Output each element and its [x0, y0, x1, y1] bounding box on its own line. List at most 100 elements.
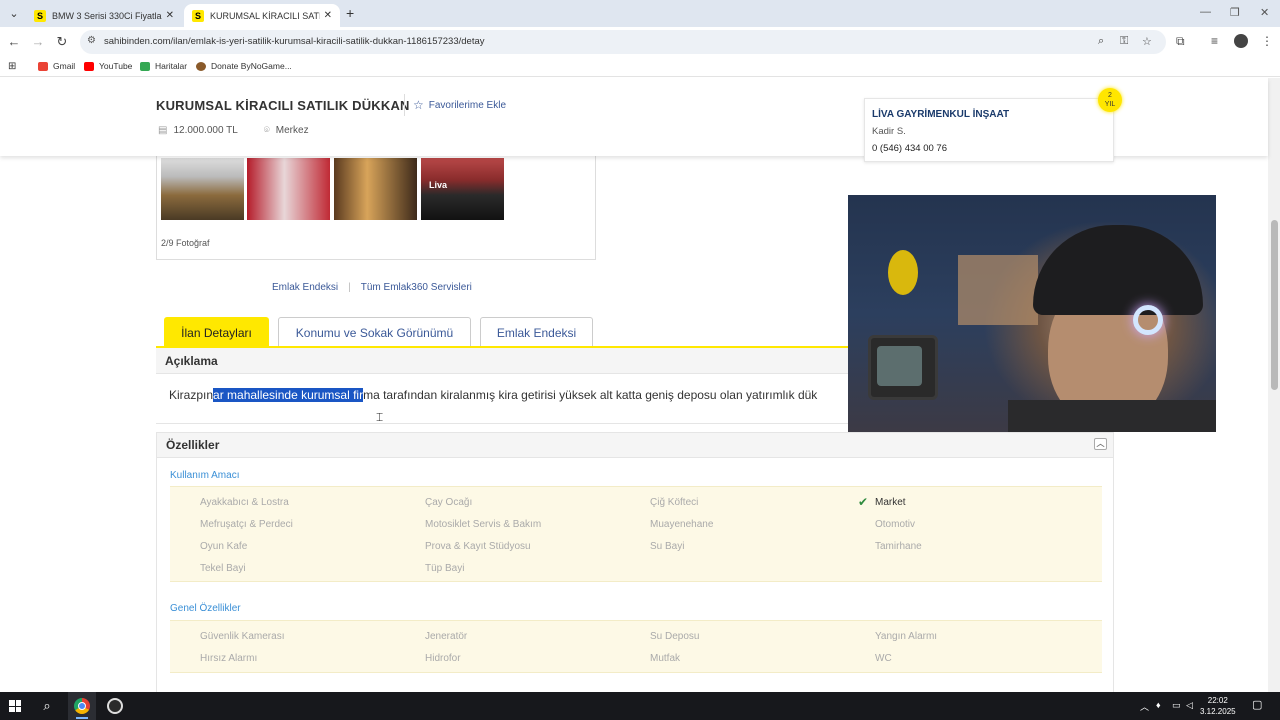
apps-grid-icon[interactable]: ⊞ — [8, 61, 16, 72]
bookmark-label: Haritalar — [155, 61, 188, 71]
storefront-logo: Liva — [429, 180, 448, 190]
obs-icon[interactable] — [107, 698, 123, 714]
feature-label: Mefruşatçı & Perdeci — [200, 519, 293, 530]
feature-item: Yangın Alarmı — [875, 631, 937, 642]
bookmark-gmail[interactable]: Gmail — [38, 61, 75, 71]
feature-label: Prova & Kayıt Stüdyosu — [425, 541, 531, 552]
bookmark-label: Donate ByNoGame... — [211, 61, 292, 71]
webcam-tv — [868, 335, 938, 400]
volume-icon[interactable]: ◁ — [1186, 700, 1193, 711]
gmail-icon — [38, 61, 48, 71]
collapse-chevron-icon[interactable]: ︿ — [1094, 438, 1107, 450]
media-control-icon[interactable]: ≡ — [1211, 34, 1218, 48]
restore-icon[interactable]: ❐ — [1230, 6, 1240, 19]
notification-icon[interactable]: ▢ — [1252, 698, 1262, 711]
feature-label: Su Bayi — [650, 541, 685, 552]
feature-item: Tüp Bayi — [425, 563, 464, 574]
tab-strip: ⌄ S BMW 3 Serisi 330Ci Fiyatları & M ✕ S… — [0, 0, 1280, 27]
tab-title: BMW 3 Serisi 330Ci Fiyatları & M — [52, 10, 162, 21]
divider: | — [348, 282, 351, 293]
network-icon[interactable]: ▭ — [1172, 700, 1181, 711]
feature-item: Muayenehane — [650, 519, 713, 530]
tab-search-chevron-icon[interactable]: ⌄ — [6, 6, 22, 22]
description-text[interactable]: Kirazpınar mahallesinde kurumsal firma t… — [169, 388, 817, 402]
browser-tab-bmw[interactable]: S BMW 3 Serisi 330Ci Fiyatları & M ✕ — [26, 4, 182, 27]
selected-text: ar mahallesinde kurumsal fir — [213, 388, 364, 402]
bookmark-bynogame[interactable]: Donate ByNoGame... — [196, 61, 292, 71]
usage-group-title: Kullanım Amacı — [170, 470, 240, 481]
new-tab-icon[interactable]: + — [346, 5, 354, 21]
seller-phone[interactable]: 0 (546) 434 00 76 — [872, 143, 1106, 154]
bynogame-icon — [196, 61, 206, 71]
emlak360-services-link[interactable]: Tüm Emlak360 Servisleri — [361, 282, 472, 293]
webcam-bg-board — [958, 255, 1038, 325]
scrollbar-thumb[interactable] — [1271, 220, 1278, 390]
chrome-icon[interactable] — [74, 698, 90, 714]
close-window-icon[interactable]: ✕ — [1260, 6, 1269, 19]
microphone-icon[interactable]: ♦ — [1156, 700, 1161, 710]
bookmarks-bar: ⊞ Gmail YouTube Haritalar Donate ByNoGam… — [0, 57, 1280, 77]
photo-gallery: Liva 2/9 Fotoğraf — [156, 138, 596, 260]
photo-thumbnail[interactable]: Liva — [421, 158, 504, 220]
bookmark-label: YouTube — [99, 61, 133, 71]
feature-label: Çiğ Köfteci — [650, 497, 699, 508]
bookmark-youtube[interactable]: YouTube — [84, 61, 132, 71]
feature-label: Market — [875, 497, 906, 508]
general-group-title: Genel Özellikler — [170, 603, 241, 614]
reload-icon[interactable]: ↻ — [54, 34, 70, 50]
feature-item: Otomotiv — [875, 519, 915, 530]
emlak-endeksi-link[interactable]: Emlak Endeksi — [272, 282, 338, 293]
menu-dots-icon[interactable]: ⋮ — [1261, 34, 1273, 48]
tab-emlak-index[interactable]: Emlak Endeksi — [480, 317, 593, 347]
photo-thumbnail[interactable] — [247, 158, 330, 220]
features-body: Kullanım Amacı Ayakkabıcı & Lostra Çay Oc… — [156, 458, 1114, 692]
tab-location-street-view[interactable]: Konumu ve Sokak Görünümü — [278, 317, 471, 347]
back-icon[interactable]: ← — [6, 34, 22, 49]
tray-overflow-icon[interactable]: ︿ — [1140, 700, 1149, 713]
browser-tab-listing[interactable]: S KURUMSAL KİRACILI SATILIK DÜ ✕ — [184, 4, 340, 27]
password-key-icon[interactable]: ⚿ — [1120, 35, 1128, 48]
windows-start-icon[interactable] — [9, 700, 21, 712]
feature-label: Güvenlik Kamerası — [200, 631, 285, 642]
system-clock[interactable]: 22:02 3.12.2025 — [1200, 695, 1236, 717]
webcam-headset-light — [1133, 305, 1163, 335]
address-bar[interactable]: ⚙ sahibinden.com/ilan/emlak-is-yeri-sati… — [80, 30, 1166, 54]
favorite-label: Favorilerime Ekle — [428, 99, 507, 111]
webcam-person-cap — [1033, 225, 1203, 315]
forward-icon[interactable]: → — [30, 34, 46, 49]
tab-listing-details[interactable]: İlan Detayları — [164, 317, 269, 347]
bookmark-maps[interactable]: Haritalar — [140, 61, 187, 71]
webcam-person-shirt — [1008, 400, 1216, 432]
url-text[interactable]: sahibinden.com/ilan/emlak-is-yeri-satili… — [104, 36, 485, 47]
zoom-icon[interactable]: ⌕ — [1098, 35, 1104, 48]
features-title: Özellikler — [166, 438, 220, 452]
feature-label: Tüp Bayi — [425, 563, 465, 574]
site-info-icon[interactable]: ⚙ — [87, 35, 96, 46]
minimize-icon[interactable]: — — [1200, 6, 1211, 18]
feature-item: Hırsız Alarmı — [200, 653, 257, 664]
feature-label: Çay Ocağı — [425, 497, 473, 508]
bookmark-star-icon[interactable]: ☆ — [1142, 35, 1152, 48]
feature-item: Su Bayi — [650, 541, 684, 552]
badge-number: 2 — [1108, 92, 1112, 99]
feature-item: Jeneratör — [425, 631, 467, 642]
feature-item: Tekel Bayi — [200, 563, 246, 574]
add-favorite-link[interactable]: ☆ Favorilerime Ekle — [404, 94, 506, 116]
feature-item: WC — [875, 653, 892, 664]
profile-avatar[interactable] — [1234, 34, 1248, 48]
search-icon[interactable]: ⌕ — [38, 697, 56, 715]
seller-name[interactable]: LİVA GAYRİMENKUL İNŞAAT — [872, 109, 1106, 120]
location-pin-icon: ⌾ — [263, 125, 270, 136]
page-scrollbar[interactable] — [1268, 78, 1280, 692]
feature-item: Prova & Kayıt Stüdyosu — [425, 541, 531, 552]
tab-title: KURUMSAL KİRACILI SATILIK DÜ — [210, 10, 320, 21]
close-tab-icon[interactable]: ✕ — [324, 10, 332, 21]
photo-count: 2/9 Fotoğraf — [161, 238, 210, 248]
photo-thumbnail[interactable] — [161, 158, 244, 220]
extensions-icon[interactable]: ⧉ — [1176, 34, 1185, 49]
feature-item: Çiğ Köfteci — [650, 497, 698, 508]
photo-thumbnail[interactable] — [334, 158, 417, 220]
feature-item: Çay Ocağı — [425, 497, 472, 508]
close-tab-icon[interactable]: ✕ — [166, 10, 174, 21]
seller-card[interactable]: LİVA GAYRİMENKUL İNŞAAT Kadir S. 0 (546)… — [864, 98, 1114, 162]
